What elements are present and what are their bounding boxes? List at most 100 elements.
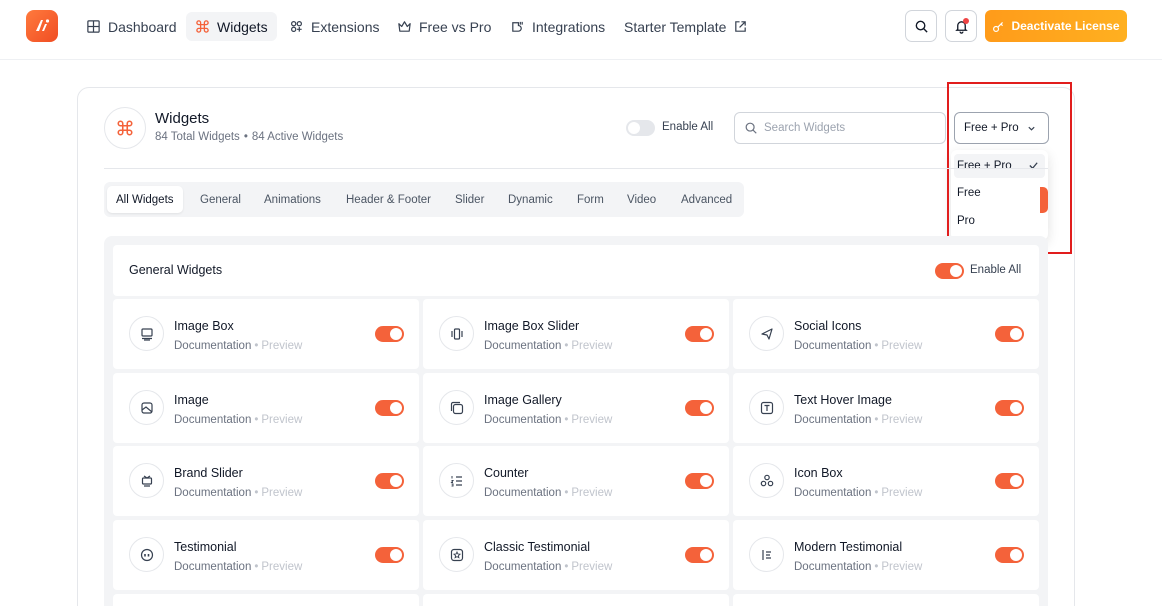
gallery-icon [439, 390, 474, 425]
puzzle-icon [291, 21, 302, 32]
widget-toggle[interactable] [685, 547, 714, 563]
widget-card: Image Documentation • Preview [113, 373, 419, 443]
preview-link[interactable]: Preview [261, 561, 302, 573]
tab-all-widgets[interactable]: All Widgets [107, 186, 183, 213]
widget-name: Image Box [174, 319, 234, 333]
widget-toggle[interactable] [995, 400, 1024, 416]
nav-free-vs-pro-label: Free vs Pro [419, 18, 492, 35]
documentation-link[interactable]: Documentation [794, 487, 871, 499]
nav-integrations-label: Integrations [532, 18, 606, 35]
enable-all-toggle[interactable] [626, 120, 655, 136]
enable-all-label: Enable All [662, 121, 714, 133]
command-icon [196, 20, 209, 33]
preview-link[interactable]: Preview [881, 487, 922, 499]
widget-toggle[interactable] [995, 473, 1024, 489]
tab-header-footer[interactable]: Header & Footer [337, 186, 440, 213]
search-icon [745, 122, 757, 134]
tab-slider[interactable]: Slider [446, 186, 493, 213]
preview-link[interactable]: Preview [571, 487, 612, 499]
widget-toggle[interactable] [995, 326, 1024, 342]
notification-dot [963, 18, 969, 24]
tab-video[interactable]: Video [618, 186, 665, 213]
grid-icon [87, 20, 100, 33]
icon-box-icon [749, 463, 784, 498]
nav-extensions[interactable]: Extensions [280, 12, 388, 41]
documentation-link[interactable]: Documentation [174, 414, 251, 426]
widget-card: Image Box Slider Documentation • Preview [423, 299, 729, 369]
preview-link[interactable]: Preview [261, 414, 302, 426]
command-icon [117, 120, 133, 136]
documentation-link[interactable]: Documentation [484, 340, 561, 352]
widget-toggle[interactable] [995, 547, 1024, 563]
widget-toggle[interactable] [685, 326, 714, 342]
preview-link[interactable]: Preview [571, 340, 612, 352]
nav-starter-template[interactable]: Starter Template [615, 12, 757, 41]
documentation-link[interactable]: Documentation [794, 340, 871, 352]
section-enable-all-toggle[interactable] [935, 263, 964, 279]
widget-name: Brand Slider [174, 466, 243, 480]
brand-icon [129, 463, 164, 498]
preview-link[interactable]: Preview [261, 340, 302, 352]
preview-link[interactable]: Preview [261, 487, 302, 499]
nav-widgets[interactable]: Widgets [186, 12, 277, 41]
counter-icon [439, 463, 474, 498]
logo[interactable] [26, 10, 58, 42]
widget-name: Text Hover Image [794, 393, 892, 407]
widget-toggle[interactable] [375, 547, 404, 563]
widget-name: Classic Testimonial [484, 540, 591, 554]
widget-name: Modern Testimonial [794, 540, 903, 554]
widget-toggle[interactable] [375, 473, 404, 489]
search-input[interactable] [764, 122, 934, 134]
nav-free-vs-pro[interactable]: Free vs Pro [388, 12, 500, 41]
widget-card [733, 594, 1039, 606]
tab-form[interactable]: Form [568, 186, 613, 213]
hidden-button-edge [1040, 187, 1048, 213]
widget-card: Brand Slider Documentation • Preview [113, 446, 419, 516]
widget-name: Testimonial [174, 540, 237, 554]
tab-general[interactable]: General [191, 186, 250, 213]
tab-animations[interactable]: Animations [255, 186, 330, 213]
preview-link[interactable]: Preview [881, 561, 922, 573]
key-icon [993, 21, 1004, 32]
widget-toggle[interactable] [375, 400, 404, 416]
notifications-button[interactable] [945, 10, 977, 42]
documentation-link[interactable]: Documentation [484, 414, 561, 426]
search-button[interactable] [905, 10, 937, 42]
header-divider [104, 168, 1048, 169]
quote-icon [129, 537, 164, 572]
preview-link[interactable]: Preview [571, 561, 612, 573]
widget-card: Classic Testimonial Documentation • Previe… [423, 520, 729, 590]
plug-icon [512, 21, 523, 32]
widget-toggle[interactable] [685, 400, 714, 416]
widget-name: Image [174, 393, 209, 407]
section-title: General Widgets [129, 263, 223, 277]
documentation-link[interactable]: Documentation [484, 487, 561, 499]
documentation-link[interactable]: Documentation [174, 561, 251, 573]
documentation-link[interactable]: Documentation [484, 561, 561, 573]
image-box-icon [129, 316, 164, 351]
widget-name: Counter [484, 466, 529, 480]
widget-toggle[interactable] [685, 473, 714, 489]
image-icon [129, 390, 164, 425]
preview-link[interactable]: Preview [571, 414, 612, 426]
nav-integrations[interactable]: Integrations [501, 12, 614, 41]
documentation-link[interactable]: Documentation [174, 340, 251, 352]
documentation-link[interactable]: Documentation [794, 414, 871, 426]
external-link-icon [735, 21, 747, 32]
tab-advanced[interactable]: Advanced [672, 186, 741, 213]
star-box-icon [439, 537, 474, 572]
deactivate-license-button[interactable]: Deactivate License [985, 10, 1127, 42]
documentation-link[interactable]: Documentation [794, 561, 871, 573]
nav-widgets-label: Widgets [217, 18, 268, 35]
preview-link[interactable]: Preview [881, 414, 922, 426]
widget-name: Icon Box [794, 466, 843, 480]
search-icon [915, 20, 928, 33]
tab-dynamic[interactable]: Dynamic [499, 186, 562, 213]
preview-link[interactable]: Preview [881, 340, 922, 352]
widget-card: Text Hover Image Documentation • Preview [733, 373, 1039, 443]
logo-icon [36, 19, 50, 31]
nav-dashboard[interactable]: Dashboard [77, 12, 186, 41]
widget-toggle[interactable] [375, 326, 404, 342]
documentation-link[interactable]: Documentation [174, 487, 251, 499]
widget-card: Modern Testimonial Documentation • Preview [733, 520, 1039, 590]
